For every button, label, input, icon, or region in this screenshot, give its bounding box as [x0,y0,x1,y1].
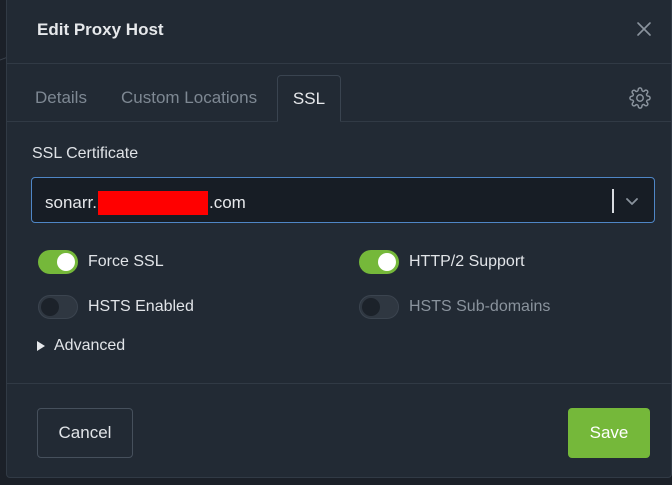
edit-proxy-host-modal: Edit Proxy Host Details Custom Locations… [6,0,672,478]
tab-custom-locations[interactable]: Custom Locations [121,75,257,121]
cancel-button[interactable]: Cancel [37,408,133,458]
force-ssl-toggle-row[interactable]: Force SSL [38,250,164,274]
footer-divider [7,383,671,384]
hsts-enabled-toggle-row[interactable]: HSTS Enabled [38,295,194,319]
http2-support-toggle[interactable] [359,250,399,274]
chevron-down-icon[interactable] [624,193,640,209]
force-ssl-label: Force SSL [88,253,164,270]
advanced-expander[interactable]: Advanced [37,337,125,355]
toggle-knob [57,253,75,271]
gear-icon[interactable] [629,87,651,109]
ssl-certificate-value: sonarr. .com [45,191,246,215]
modal-header: Edit Proxy Host [7,0,672,64]
tab-bar: Details Custom Locations SSL [7,75,672,122]
ssl-certificate-label: SSL Certificate [32,145,139,162]
redaction-box [97,191,208,215]
force-ssl-toggle[interactable] [38,250,78,274]
hsts-enabled-label: HSTS Enabled [88,298,194,315]
ssl-certificate-select[interactable]: sonarr. .com [31,177,655,223]
certificate-value-suffix: .com [208,193,246,212]
text-cursor [612,189,614,213]
close-icon[interactable] [635,20,653,38]
save-button[interactable]: Save [568,408,650,458]
modal-title: Edit Proxy Host [37,20,164,39]
toggle-knob [378,253,396,271]
advanced-label: Advanced [54,337,126,354]
hsts-subdomains-toggle-row[interactable]: HSTS Sub-domains [359,295,550,319]
triangle-right-icon [37,341,45,351]
http2-support-label: HTTP/2 Support [409,253,525,270]
tab-details[interactable]: Details [35,75,87,121]
certificate-value-prefix: sonarr. [45,193,97,212]
hsts-enabled-toggle[interactable] [38,295,78,319]
http2-support-toggle-row[interactable]: HTTP/2 Support [359,250,525,274]
hsts-subdomains-label: HSTS Sub-domains [409,298,551,315]
toggle-knob [362,298,380,316]
tab-ssl[interactable]: SSL [277,75,341,122]
hsts-subdomains-toggle[interactable] [359,295,399,319]
toggle-knob [41,298,59,316]
